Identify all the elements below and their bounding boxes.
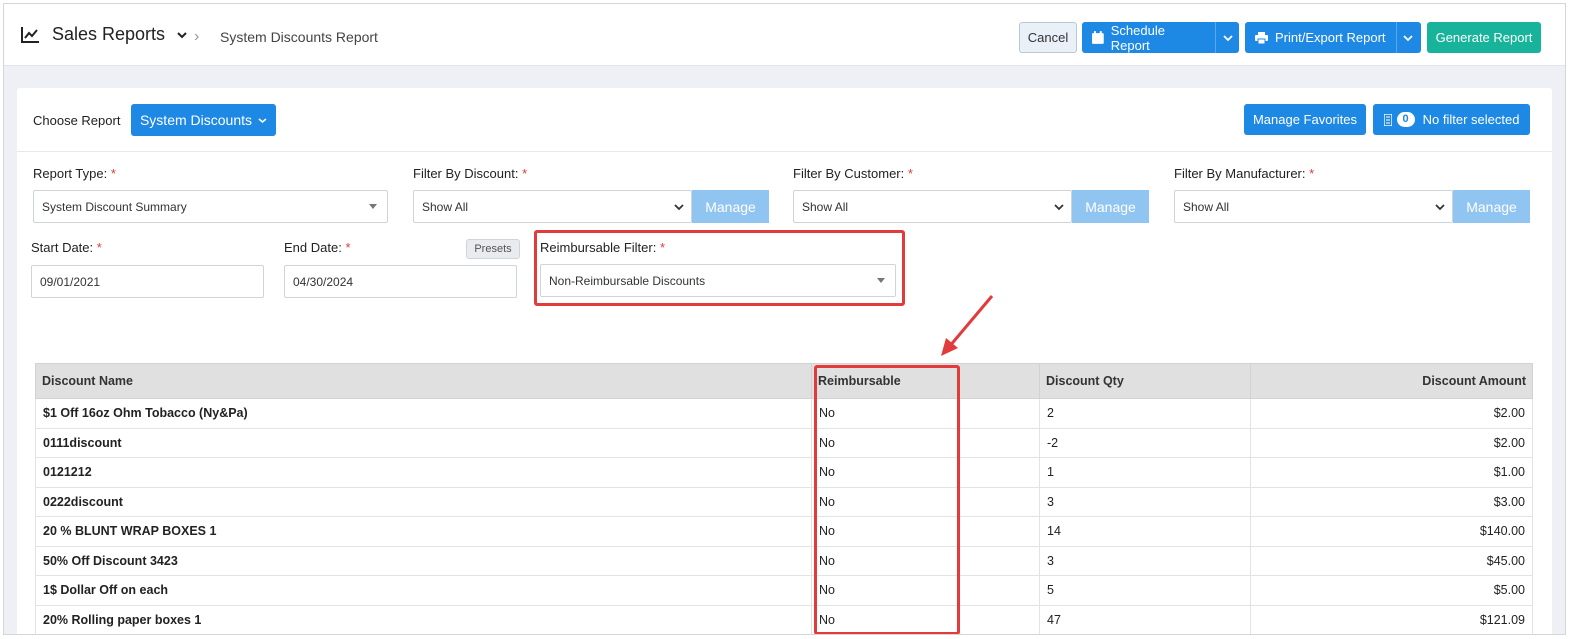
filter-manufacturer-label: Filter By Manufacturer: * — [1174, 166, 1315, 181]
cell-discount-amount: $5.00 — [1250, 575, 1533, 606]
end-date-input[interactable]: 04/30/2024 — [284, 265, 517, 298]
cell-discount-name: 50% Off Discount 3423 — [35, 545, 812, 576]
cell-discount-amount: $2.00 — [1250, 398, 1533, 429]
cell-discount-amount: $140.00 — [1250, 516, 1533, 547]
filter-customer-select[interactable]: Show All — [793, 190, 1072, 223]
table-row: 0222discount No 3 $3.00 — [35, 486, 1533, 517]
cell-discount-qty: 47 — [1039, 604, 1251, 634]
printer-icon — [1255, 31, 1268, 44]
cell-discount-name: 0121212 — [35, 457, 812, 488]
cell-discount-name: $1 Off 16oz Ohm Tobacco (Ny&Pa) — [35, 398, 812, 429]
line-chart-icon — [21, 26, 39, 43]
choose-report-dropdown[interactable]: System Discounts — [131, 104, 276, 136]
report-type-select[interactable]: System Discount Summary — [33, 190, 388, 223]
choose-report-label: Choose Report — [33, 113, 121, 128]
cell-discount-name: 0222discount — [35, 486, 812, 517]
table-row: 50% Off Discount 3423 No 3 $45.00 — [35, 545, 1533, 576]
table-row: 20 % BLUNT WRAP BOXES 1 No 14 $140.00 — [35, 516, 1533, 547]
cell-discount-qty: -2 — [1039, 427, 1251, 458]
cell-discount-qty: 2 — [1039, 398, 1251, 429]
table-row: 0111discount No -2 $2.00 — [35, 427, 1533, 458]
manage-customer-button[interactable]: Manage — [1072, 190, 1149, 223]
table-row: 1$ Dollar Off on each No 5 $5.00 — [35, 575, 1533, 606]
cancel-button[interactable]: Cancel — [1019, 22, 1077, 53]
top-bar: Sales Reports › System Discounts Report … — [4, 4, 1565, 66]
table-header-row: Discount Name Reimbursable Discount Qty … — [35, 363, 1533, 399]
card-header: Choose Report System Discounts Manage Fa… — [17, 88, 1552, 152]
cell-discount-qty: 3 — [1039, 486, 1251, 517]
cell-discount-qty: 3 — [1039, 545, 1251, 576]
filter-discount-label: Filter By Discount: * — [413, 166, 528, 181]
table-row: 0121212 No 1 $1.00 — [35, 457, 1533, 488]
cell-discount-qty: 1 — [1039, 457, 1251, 488]
chevron-down-icon — [1403, 34, 1413, 41]
filter-manufacturer-select[interactable]: Show All — [1174, 190, 1453, 223]
chevron-down-icon — [258, 117, 267, 123]
column-header-discount-qty[interactable]: Discount Qty — [1039, 363, 1251, 399]
presets-button[interactable]: Presets — [466, 239, 520, 259]
breadcrumb: System Discounts Report — [220, 29, 378, 45]
start-date-label: Start Date: * — [31, 240, 102, 255]
cell-discount-name: 20 % BLUNT WRAP BOXES 1 — [35, 516, 812, 547]
filter-discount-select[interactable]: Show All — [413, 190, 692, 223]
cell-discount-amount: $2.00 — [1250, 427, 1533, 458]
cell-discount-name: 20% Rolling paper boxes 1 — [35, 604, 812, 634]
cell-discount-name: 1$ Dollar Off on each — [35, 575, 812, 606]
end-date-label: End Date: * — [284, 240, 351, 255]
print-export-label: Print/Export Report — [1275, 30, 1386, 45]
report-type-label: Report Type: * — [33, 166, 116, 181]
cell-discount-qty: 14 — [1039, 516, 1251, 547]
filter-icon — [1383, 113, 1392, 126]
filter-customer-label: Filter By Customer: * — [793, 166, 913, 181]
chevron-down-icon — [1435, 204, 1445, 211]
cell-discount-amount: $121.09 — [1250, 604, 1533, 634]
filter-count-badge: 0 — [1396, 112, 1415, 127]
manage-manufacturer-button[interactable]: Manage — [1453, 190, 1530, 223]
chevron-down-icon — [674, 204, 684, 211]
schedule-dropdown-toggle[interactable] — [1215, 22, 1239, 53]
chevron-down-icon — [1223, 34, 1233, 41]
start-date-input[interactable]: 09/01/2021 — [31, 265, 264, 298]
cell-discount-amount: $45.00 — [1250, 545, 1533, 576]
table-row: 20% Rolling paper boxes 1 No 47 $121.09 — [35, 604, 1533, 634]
app-frame: Sales Reports › System Discounts Report … — [3, 3, 1566, 635]
column-header-discount-name[interactable]: Discount Name — [35, 363, 812, 399]
schedule-report-label: Schedule Report — [1110, 22, 1165, 53]
print-export-button[interactable]: Print/Export Report — [1245, 22, 1421, 53]
dropdown-arrow-icon — [369, 204, 377, 209]
schedule-report-button[interactable]: Schedule Report — [1082, 22, 1239, 53]
report-category-menu[interactable]: Sales Reports — [20, 24, 189, 45]
filter-status-text: No filter selected — [1422, 112, 1520, 127]
manage-discount-button[interactable]: Manage — [692, 190, 769, 223]
breadcrumb-separator-icon: › — [194, 28, 200, 45]
page-title: Sales Reports — [52, 24, 166, 44]
annotation-arrow-icon — [941, 295, 994, 356]
reimbursable-column-highlight — [814, 365, 960, 634]
generate-report-button[interactable]: Generate Report — [1427, 22, 1541, 53]
table-row: $1 Off 16oz Ohm Tobacco (Ny&Pa) No 2 $2.… — [35, 398, 1533, 429]
calendar-icon — [1092, 31, 1104, 44]
column-header-discount-amount[interactable]: Discount Amount — [1250, 363, 1533, 399]
report-table: Discount Name Reimbursable Discount Qty … — [35, 363, 1533, 634]
chevron-down-icon — [1054, 204, 1064, 211]
report-card: Choose Report System Discounts Manage Fa… — [17, 88, 1552, 634]
choose-report-value: System Discounts — [139, 112, 253, 128]
chevron-down-icon — [177, 31, 187, 38]
manage-favorites-button[interactable]: Manage Favorites — [1244, 104, 1366, 135]
reimbursable-filter-highlight — [534, 230, 905, 306]
cell-discount-qty: 5 — [1039, 575, 1251, 606]
cell-discount-amount: $1.00 — [1250, 457, 1533, 488]
filter-status-button[interactable]: 0 No filter selected — [1373, 104, 1530, 135]
cell-discount-name: 0111discount — [35, 427, 812, 458]
print-dropdown-toggle[interactable] — [1395, 22, 1420, 53]
cell-discount-amount: $3.00 — [1250, 486, 1533, 517]
